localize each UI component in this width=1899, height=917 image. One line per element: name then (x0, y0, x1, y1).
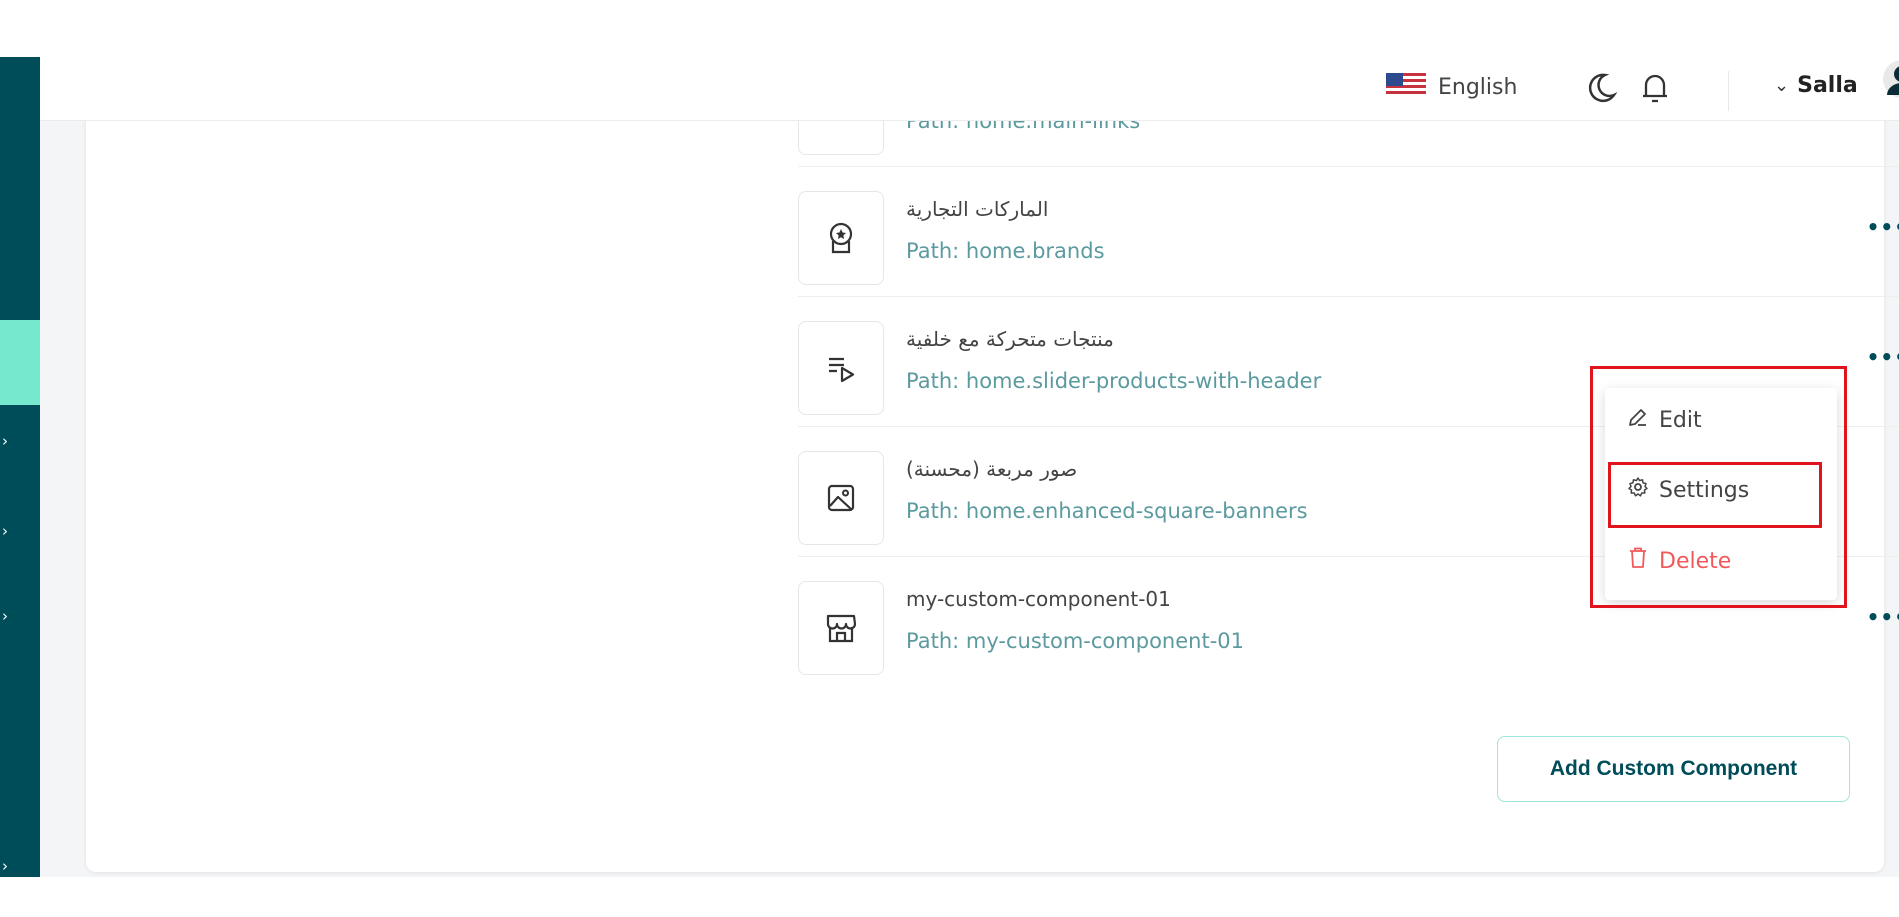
component-title: my-custom-component-01 (906, 587, 1171, 611)
moon-icon[interactable] (1585, 71, 1617, 105)
actions-menu: Edit Settings Delete (1605, 388, 1837, 600)
delete-menu-item[interactable]: Delete (1627, 546, 1731, 576)
trash-icon (1627, 546, 1649, 576)
chevron-right-icon[interactable]: › (2, 522, 8, 540)
bell-icon[interactable] (1640, 70, 1670, 106)
image-icon (798, 451, 884, 545)
component-path: Path: home.slider-products-with-header (906, 369, 1322, 393)
chevron-right-icon[interactable]: › (2, 857, 8, 875)
language-label: English (1438, 74, 1518, 100)
more-actions-button[interactable]: ••• (1867, 345, 1899, 369)
sidebar: › › › › (0, 57, 40, 877)
edit-menu-item[interactable]: Edit (1627, 406, 1702, 434)
chevron-right-icon[interactable]: › (2, 432, 8, 450)
us-flag-icon (1386, 73, 1426, 101)
playlist-icon (798, 321, 884, 415)
more-actions-button[interactable]: ••• (1867, 215, 1899, 239)
component-path: Path: home.brands (906, 239, 1105, 263)
app-window: › › › › English ⌄ Salla Path: home.main-… (0, 0, 1899, 917)
pencil-icon (1627, 406, 1649, 434)
settings-menu-item[interactable]: Settings (1627, 476, 1749, 504)
sidebar-item-active[interactable] (0, 320, 40, 405)
component-path: Path: home.enhanced-square-banners (906, 499, 1308, 523)
more-actions-button[interactable]: ••• (1867, 605, 1899, 629)
divider (1728, 71, 1729, 111)
store-icon (798, 581, 884, 675)
gear-icon (1627, 476, 1649, 504)
component-title: الماركات التجارية (906, 197, 1049, 221)
language-selector[interactable]: English (1386, 73, 1517, 101)
top-bar: English ⌄ Salla (40, 57, 1899, 121)
badge-icon (798, 191, 884, 285)
avatar[interactable] (1878, 59, 1899, 105)
add-custom-component-button[interactable]: Add Custom Component (1497, 736, 1850, 802)
settings-label: Settings (1659, 477, 1750, 503)
user-menu[interactable]: ⌄ Salla (1774, 73, 1858, 98)
chevron-right-icon[interactable]: › (2, 607, 8, 625)
user-name: Salla (1797, 73, 1858, 98)
edit-label: Edit (1659, 407, 1702, 433)
chevron-down-icon: ⌄ (1774, 75, 1790, 96)
component-row: الماركات التجارية Path: home.brands ••• (798, 167, 1899, 297)
component-path: Path: my-custom-component-01 (906, 629, 1244, 653)
delete-label: Delete (1659, 548, 1732, 574)
component-title: صور مربعة (محسنة) (906, 457, 1078, 481)
component-title: منتجات متحركة مع خلفية (906, 327, 1114, 351)
